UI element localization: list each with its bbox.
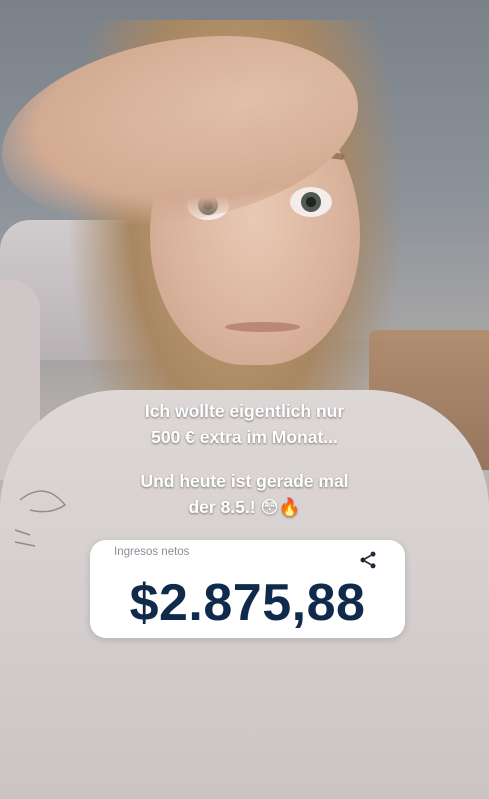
right-eye — [290, 187, 332, 217]
earnings-label: Ingresos netos — [114, 546, 190, 558]
earnings-card: Ingresos netos $2.875,88 — [90, 540, 405, 638]
mouth — [225, 322, 300, 332]
caption-line-1: Ich wollte eigentlich nur — [144, 401, 345, 421]
story-screen: Ich wollte eigentlich nur 500 € extra im… — [0, 0, 489, 799]
caption-line-4: der 8.5.! 😳🔥 — [188, 497, 301, 517]
caption-block-1: Ich wollte eigentlich nur 500 € extra im… — [50, 398, 439, 450]
caption-line-3: Und heute ist gerade mal — [140, 471, 349, 491]
share-icon[interactable] — [358, 550, 378, 570]
caption-block-2: Und heute ist gerade mal der 8.5.! 😳🔥 — [50, 468, 439, 520]
caption-line-2: 500 € extra im Monat... — [151, 427, 338, 447]
earnings-amount: $2.875,88 — [129, 574, 366, 632]
